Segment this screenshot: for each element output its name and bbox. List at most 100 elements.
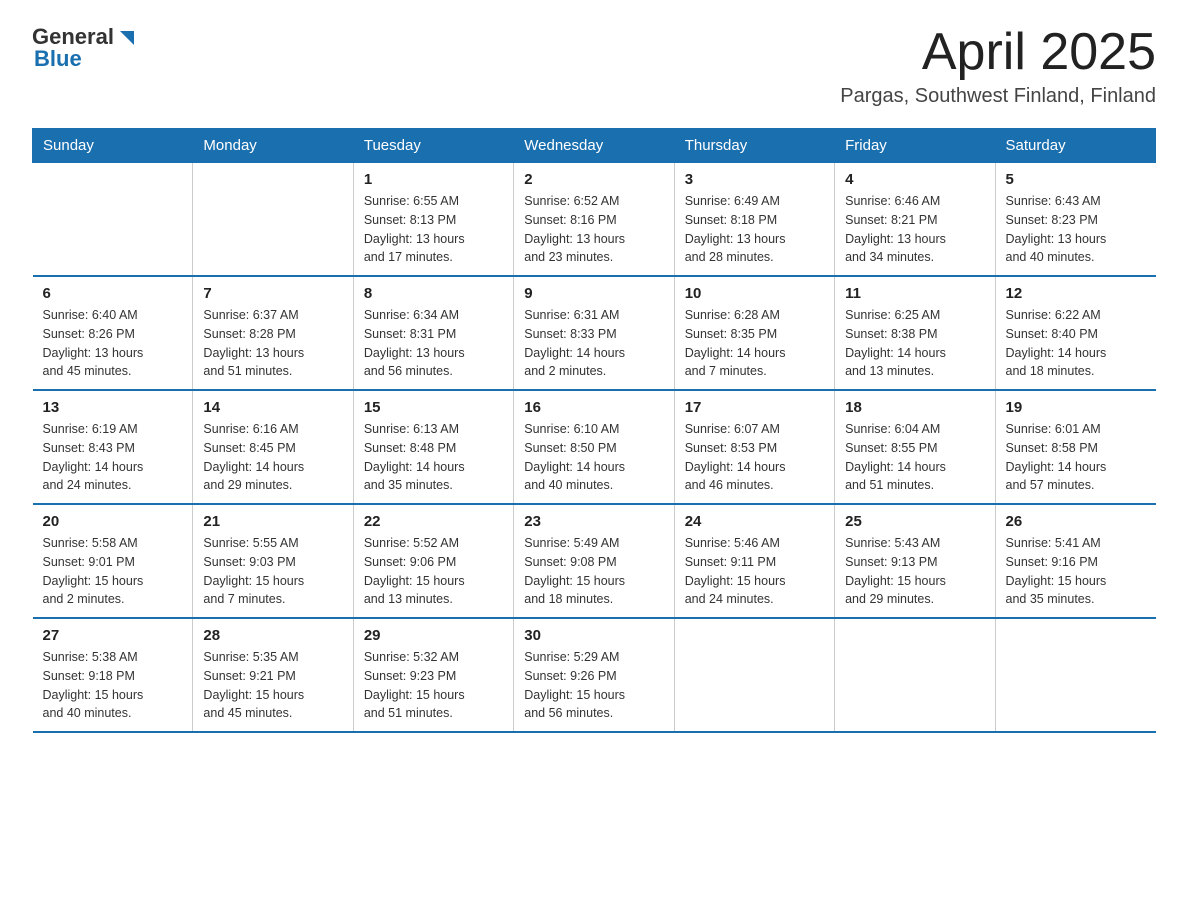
calendar-cell: 10 Sunrise: 6:28 AM Sunset: 8:35 PM Dayli… [674,276,834,390]
calendar-cell: 3 Sunrise: 6:49 AM Sunset: 8:18 PM Daylig… [674,163,834,277]
day-info: Sunrise: 5:38 AM Sunset: 9:18 PM Dayligh… [43,648,183,723]
calendar-header-row: SundayMondayTuesdayWednesdayThursdayFrid… [33,129,1156,163]
day-info: Sunrise: 6:34 AM Sunset: 8:31 PM Dayligh… [364,306,503,381]
calendar-cell: 6 Sunrise: 6:40 AM Sunset: 8:26 PM Daylig… [33,276,193,390]
day-info: Sunrise: 6:52 AM Sunset: 8:16 PM Dayligh… [524,192,663,267]
day-number: 5 [1006,171,1146,188]
day-number: 19 [1006,399,1146,416]
day-info: Sunrise: 5:41 AM Sunset: 9:16 PM Dayligh… [1006,534,1146,609]
day-number: 29 [364,627,503,644]
day-info: Sunrise: 5:58 AM Sunset: 9:01 PM Dayligh… [43,534,183,609]
calendar-week-row: 6 Sunrise: 6:40 AM Sunset: 8:26 PM Daylig… [33,276,1156,390]
calendar-cell: 30Sunrise: 5:29 AM Sunset: 9:26 PM Dayli… [514,618,674,732]
day-number: 21 [203,513,342,530]
day-info: Sunrise: 6:43 AM Sunset: 8:23 PM Dayligh… [1006,192,1146,267]
title-area: April 2025 Pargas, Southwest Finland, Fi… [840,24,1156,108]
day-info: Sunrise: 6:07 AM Sunset: 8:53 PM Dayligh… [685,420,824,495]
day-info: Sunrise: 6:46 AM Sunset: 8:21 PM Dayligh… [845,192,984,267]
day-number: 25 [845,513,984,530]
calendar-cell [835,618,995,732]
calendar-cell [33,163,193,277]
logo-blue-text: Blue [34,46,82,72]
weekday-header-wednesday: Wednesday [514,129,674,163]
day-info: Sunrise: 6:16 AM Sunset: 8:45 PM Dayligh… [203,420,342,495]
day-number: 6 [43,285,183,302]
calendar-cell: 11 Sunrise: 6:25 AM Sunset: 8:38 PM Dayli… [835,276,995,390]
calendar-cell: 5 Sunrise: 6:43 AM Sunset: 8:23 PM Daylig… [995,163,1155,277]
page-header: General Blue April 2025 Pargas, Southwes… [32,24,1156,108]
calendar-cell: 13Sunrise: 6:19 AM Sunset: 8:43 PM Dayli… [33,390,193,504]
calendar-cell: 14 Sunrise: 6:16 AM Sunset: 8:45 PM Dayli… [193,390,353,504]
day-number: 14 [203,399,342,416]
calendar-cell [193,163,353,277]
day-info: Sunrise: 6:40 AM Sunset: 8:26 PM Dayligh… [43,306,183,381]
day-number: 10 [685,285,824,302]
day-number: 16 [524,399,663,416]
weekday-header-friday: Friday [835,129,995,163]
day-number: 27 [43,627,183,644]
weekday-header-monday: Monday [193,129,353,163]
day-info: Sunrise: 5:35 AM Sunset: 9:21 PM Dayligh… [203,648,342,723]
weekday-header-thursday: Thursday [674,129,834,163]
day-number: 1 [364,171,503,188]
day-number: 23 [524,513,663,530]
calendar-cell: 27 Sunrise: 5:38 AM Sunset: 9:18 PM Dayli… [33,618,193,732]
day-info: Sunrise: 6:31 AM Sunset: 8:33 PM Dayligh… [524,306,663,381]
calendar-cell: 23 Sunrise: 5:49 AM Sunset: 9:08 PM Dayli… [514,504,674,618]
logo: General Blue [32,24,134,72]
calendar-cell [995,618,1155,732]
calendar-cell [674,618,834,732]
day-info: Sunrise: 6:55 AM Sunset: 8:13 PM Dayligh… [364,192,503,267]
day-number: 15 [364,399,503,416]
calendar-week-row: 20 Sunrise: 5:58 AM Sunset: 9:01 PM Dayli… [33,504,1156,618]
day-number: 4 [845,171,984,188]
day-number: 11 [845,285,984,302]
day-number: 18 [845,399,984,416]
calendar-week-row: 27 Sunrise: 5:38 AM Sunset: 9:18 PM Dayli… [33,618,1156,732]
calendar-cell: 29 Sunrise: 5:32 AM Sunset: 9:23 PM Dayli… [353,618,513,732]
day-info: Sunrise: 5:29 AM Sunset: 9:26 PM Dayligh… [524,648,663,723]
calendar-table: SundayMondayTuesdayWednesdayThursdayFrid… [32,128,1156,733]
day-info: Sunrise: 6:13 AM Sunset: 8:48 PM Dayligh… [364,420,503,495]
calendar-cell: 7 Sunrise: 6:37 AM Sunset: 8:28 PM Daylig… [193,276,353,390]
day-info: Sunrise: 5:32 AM Sunset: 9:23 PM Dayligh… [364,648,503,723]
day-info: Sunrise: 6:49 AM Sunset: 8:18 PM Dayligh… [685,192,824,267]
calendar-cell: 28 Sunrise: 5:35 AM Sunset: 9:21 PM Dayli… [193,618,353,732]
calendar-cell: 12 Sunrise: 6:22 AM Sunset: 8:40 PM Dayli… [995,276,1155,390]
calendar-cell: 8Sunrise: 6:34 AM Sunset: 8:31 PM Daylig… [353,276,513,390]
weekday-header-saturday: Saturday [995,129,1155,163]
weekday-header-tuesday: Tuesday [353,129,513,163]
day-number: 3 [685,171,824,188]
calendar-cell: 15 Sunrise: 6:13 AM Sunset: 8:48 PM Dayli… [353,390,513,504]
calendar-week-row: 13Sunrise: 6:19 AM Sunset: 8:43 PM Dayli… [33,390,1156,504]
day-number: 7 [203,285,342,302]
day-number: 9 [524,285,663,302]
day-number: 24 [685,513,824,530]
day-info: Sunrise: 5:49 AM Sunset: 9:08 PM Dayligh… [524,534,663,609]
day-number: 26 [1006,513,1146,530]
day-number: 20 [43,513,183,530]
weekday-header-sunday: Sunday [33,129,193,163]
location-title: Pargas, Southwest Finland, Finland [840,85,1156,108]
day-number: 28 [203,627,342,644]
calendar-cell: 19 Sunrise: 6:01 AM Sunset: 8:58 PM Dayli… [995,390,1155,504]
calendar-cell: 26 Sunrise: 5:41 AM Sunset: 9:16 PM Dayli… [995,504,1155,618]
day-number: 13 [43,399,183,416]
day-number: 22 [364,513,503,530]
calendar-cell: 21 Sunrise: 5:55 AM Sunset: 9:03 PM Dayli… [193,504,353,618]
day-info: Sunrise: 6:01 AM Sunset: 8:58 PM Dayligh… [1006,420,1146,495]
calendar-cell: 2Sunrise: 6:52 AM Sunset: 8:16 PM Daylig… [514,163,674,277]
day-info: Sunrise: 5:52 AM Sunset: 9:06 PM Dayligh… [364,534,503,609]
calendar-cell: 22 Sunrise: 5:52 AM Sunset: 9:06 PM Dayli… [353,504,513,618]
day-info: Sunrise: 5:46 AM Sunset: 9:11 PM Dayligh… [685,534,824,609]
day-info: Sunrise: 5:55 AM Sunset: 9:03 PM Dayligh… [203,534,342,609]
month-title: April 2025 [840,24,1156,81]
day-info: Sunrise: 6:22 AM Sunset: 8:40 PM Dayligh… [1006,306,1146,381]
day-info: Sunrise: 6:25 AM Sunset: 8:38 PM Dayligh… [845,306,984,381]
day-number: 12 [1006,285,1146,302]
calendar-cell: 20 Sunrise: 5:58 AM Sunset: 9:01 PM Dayli… [33,504,193,618]
calendar-cell: 4 Sunrise: 6:46 AM Sunset: 8:21 PM Daylig… [835,163,995,277]
day-info: Sunrise: 6:37 AM Sunset: 8:28 PM Dayligh… [203,306,342,381]
day-info: Sunrise: 6:28 AM Sunset: 8:35 PM Dayligh… [685,306,824,381]
day-info: Sunrise: 5:43 AM Sunset: 9:13 PM Dayligh… [845,534,984,609]
